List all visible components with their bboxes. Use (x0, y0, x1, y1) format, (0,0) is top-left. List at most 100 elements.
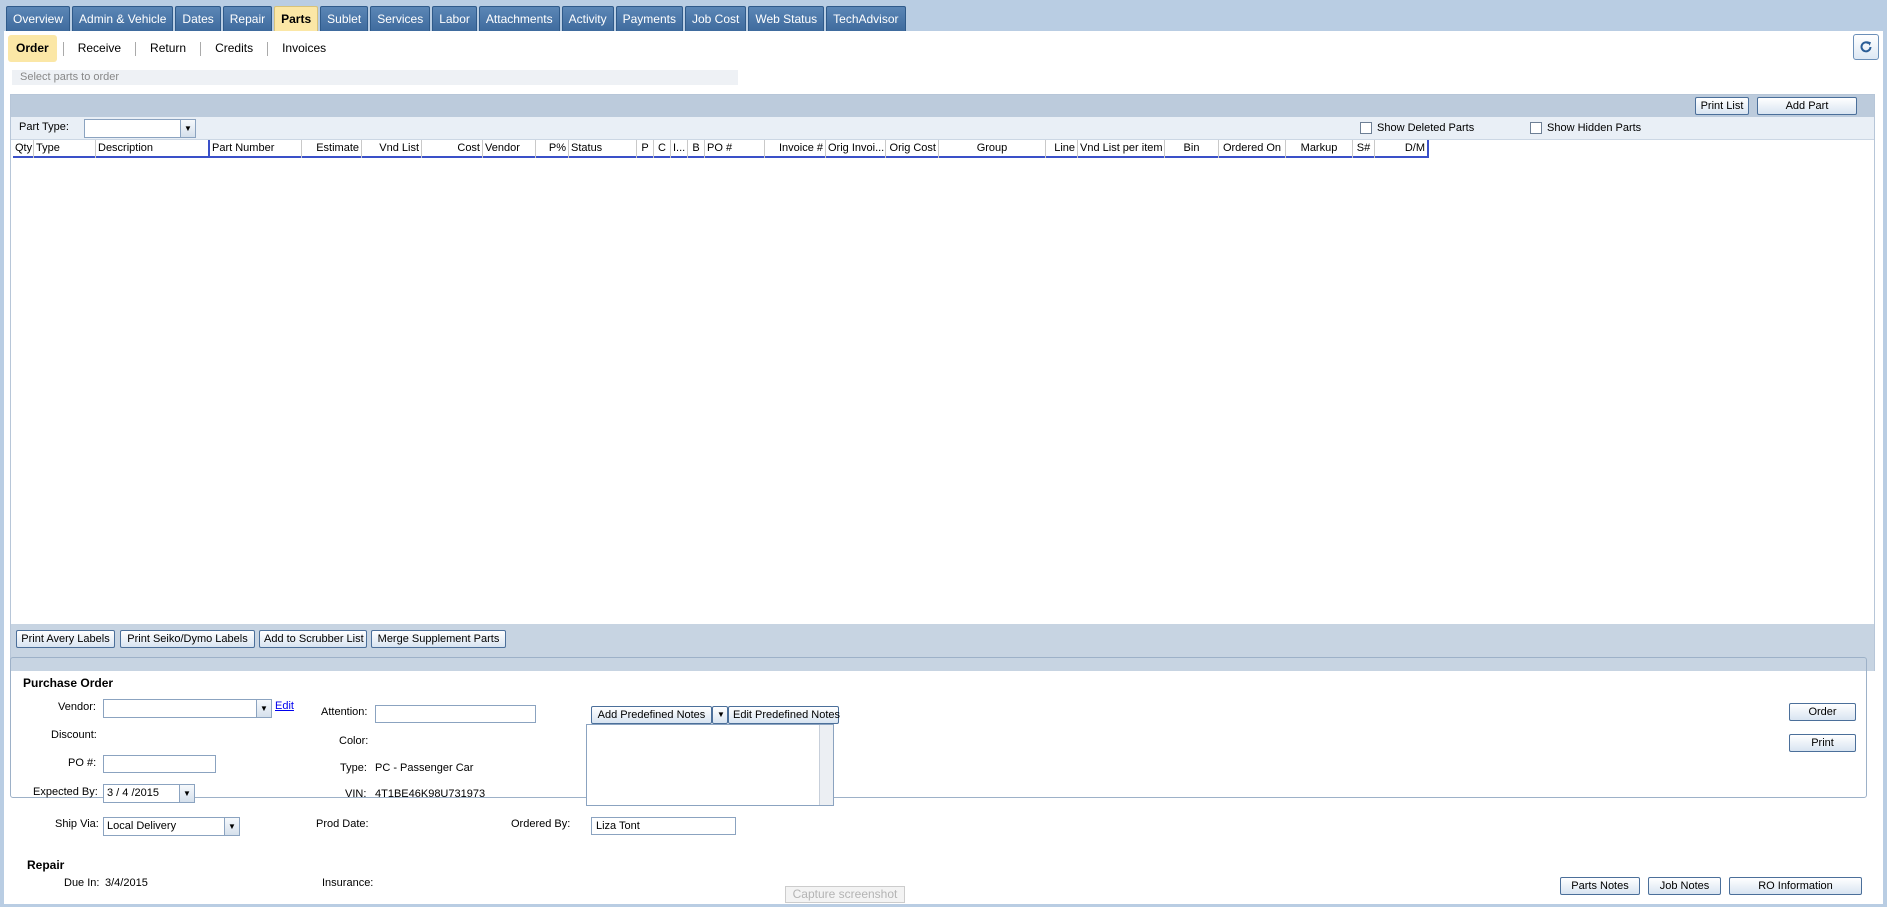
show-deleted-label: Show Deleted Parts (1377, 122, 1475, 134)
col-group[interactable]: Group (939, 140, 1046, 158)
col-p[interactable]: P (637, 140, 654, 158)
tab-attachments[interactable]: Attachments (478, 6, 560, 31)
chevron-down-icon[interactable]: ▼ (256, 700, 271, 717)
col-invoice-number[interactable]: Invoice # (765, 140, 826, 158)
insurance-label: Insurance: (322, 877, 374, 889)
col-description[interactable]: Description (96, 140, 210, 158)
print-avery-labels-button[interactable]: Print Avery Labels (16, 630, 115, 648)
purchase-order-section: Purchase Order (6, 649, 1871, 849)
hint-text: Select parts to order (12, 70, 738, 85)
notes-textarea[interactable] (586, 724, 834, 806)
edit-predefined-notes-button[interactable]: Edit Predefined Notes (728, 706, 840, 724)
merge-supplement-parts-button[interactable]: Merge Supplement Parts (371, 630, 506, 648)
ship-via-select[interactable]: Local Delivery ▼ (103, 817, 240, 836)
col-bin[interactable]: Bin (1165, 140, 1219, 158)
repair-title: Repair (27, 858, 65, 872)
due-in-value: 3/4/2015 (105, 877, 148, 889)
parts-notes-button[interactable]: Parts Notes (1560, 877, 1640, 895)
attention-label: Attention: (321, 706, 368, 718)
job-notes-button[interactable]: Job Notes (1648, 877, 1721, 895)
grid-toolbar: Print List Add Part (11, 95, 1874, 117)
vendor-label: Vendor: (58, 701, 96, 713)
refresh-icon (1860, 41, 1872, 53)
col-qty[interactable]: Qty (13, 140, 34, 158)
col-status[interactable]: Status (569, 140, 637, 158)
vin-label: VIN: (345, 788, 367, 800)
ordered-by-label: Ordered By: (511, 818, 571, 830)
subtab-order[interactable]: Order (8, 35, 57, 62)
subtab-credits[interactable]: Credits (207, 35, 261, 62)
type-label: Type: (340, 762, 367, 774)
purchase-order-frame (10, 657, 1867, 798)
tab-labor[interactable]: Labor (432, 6, 477, 31)
type-value: PC - Passenger Car (375, 762, 474, 774)
col-po-number[interactable]: PO # (705, 140, 765, 158)
tab-overview[interactable]: Overview (6, 6, 71, 31)
subtab-receive[interactable]: Receive (70, 35, 129, 62)
print-button[interactable]: Print (1789, 734, 1856, 752)
notes-scrollbar[interactable] (819, 725, 833, 805)
col-part-number[interactable]: Part Number (210, 140, 302, 158)
col-s-number[interactable]: S# (1353, 140, 1375, 158)
add-to-scrubber-list-button[interactable]: Add to Scrubber List (259, 630, 367, 648)
capture-screenshot-tooltip: Capture screenshot (785, 886, 905, 903)
tab-payments[interactable]: Payments (615, 6, 683, 31)
po-number-input[interactable] (103, 755, 216, 773)
due-in-label: Due In: (64, 877, 100, 889)
chevron-down-icon[interactable]: ▼ (179, 785, 194, 802)
col-type[interactable]: Type (34, 140, 96, 158)
show-hidden-checkbox[interactable] (1530, 122, 1542, 134)
chevron-down-icon[interactable]: ▼ (224, 818, 239, 835)
part-type-select[interactable]: ▼ (84, 119, 196, 138)
tab-job-cost[interactable]: Job Cost (684, 6, 747, 31)
show-deleted-checkbox[interactable] (1360, 122, 1372, 134)
order-button[interactable]: Order (1789, 703, 1856, 721)
tab-admin-vehicle[interactable]: Admin & Vehicle (72, 6, 174, 31)
print-seiko-dymo-labels-button[interactable]: Print Seiko/Dymo Labels (120, 630, 255, 648)
col-orig-cost[interactable]: Orig Cost (886, 140, 939, 158)
col-vendor[interactable]: Vendor (483, 140, 536, 158)
subtab-return[interactable]: Return (142, 35, 194, 62)
print-list-button[interactable]: Print List (1695, 97, 1749, 115)
ordered-by-input[interactable]: Liza Tont (591, 817, 736, 835)
col-vnd-list[interactable]: Vnd List (362, 140, 422, 158)
col-b[interactable]: B (688, 140, 705, 158)
refresh-button[interactable] (1853, 34, 1879, 60)
tab-parts[interactable]: Parts (274, 6, 319, 31)
purchase-order-title: Purchase Order (20, 676, 117, 690)
notes-dropdown-button[interactable]: ▼ (712, 706, 728, 724)
col-line[interactable]: Line (1046, 140, 1078, 158)
attention-input[interactable] (375, 705, 536, 723)
col-cost[interactable]: Cost (422, 140, 483, 158)
col-estimate[interactable]: Estimate (302, 140, 362, 158)
expected-by-date-picker[interactable]: 3 / 4 /2015 ▼ (103, 784, 195, 803)
top-tab-bar: Overview Admin & Vehicle Dates Repair Pa… (0, 0, 1887, 31)
tab-repair[interactable]: Repair (222, 6, 273, 31)
col-c[interactable]: C (654, 140, 671, 158)
ro-information-button[interactable]: RO Information (1729, 877, 1862, 895)
tab-sublet[interactable]: Sublet (320, 6, 369, 31)
vendor-select[interactable]: ▼ (103, 699, 272, 718)
divider (267, 41, 269, 56)
ship-via-label: Ship Via: (55, 818, 99, 830)
col-i[interactable]: I... (671, 140, 688, 158)
tab-activity[interactable]: Activity (561, 6, 614, 31)
tab-techadvisor[interactable]: TechAdvisor (826, 6, 906, 31)
tab-dates[interactable]: Dates (175, 6, 221, 31)
col-dm[interactable]: D/M (1375, 140, 1427, 158)
tab-services[interactable]: Services (370, 6, 431, 31)
col-p-percent[interactable]: P% (536, 140, 569, 158)
chevron-down-icon[interactable]: ▼ (180, 120, 195, 137)
parts-grid[interactable]: Qty Type Description Part Number Estimat… (11, 140, 1874, 624)
add-part-button[interactable]: Add Part (1757, 97, 1857, 115)
col-orig-invoice[interactable]: Orig Invoi... (826, 140, 886, 158)
vin-value: 4T1BE46K98U731973 (375, 788, 486, 800)
vendor-edit-link[interactable]: Edit (275, 700, 294, 712)
parts-grid-panel: Print List Add Part Part Type: ▼ Show De… (10, 94, 1875, 671)
subtab-invoices[interactable]: Invoices (274, 35, 334, 62)
col-vnd-list-per-item[interactable]: Vnd List per item (1078, 140, 1165, 158)
add-predefined-notes-button[interactable]: Add Predefined Notes (591, 706, 712, 724)
col-ordered-on[interactable]: Ordered On (1219, 140, 1286, 158)
col-markup[interactable]: Markup (1286, 140, 1353, 158)
tab-web-status[interactable]: Web Status (748, 6, 825, 31)
